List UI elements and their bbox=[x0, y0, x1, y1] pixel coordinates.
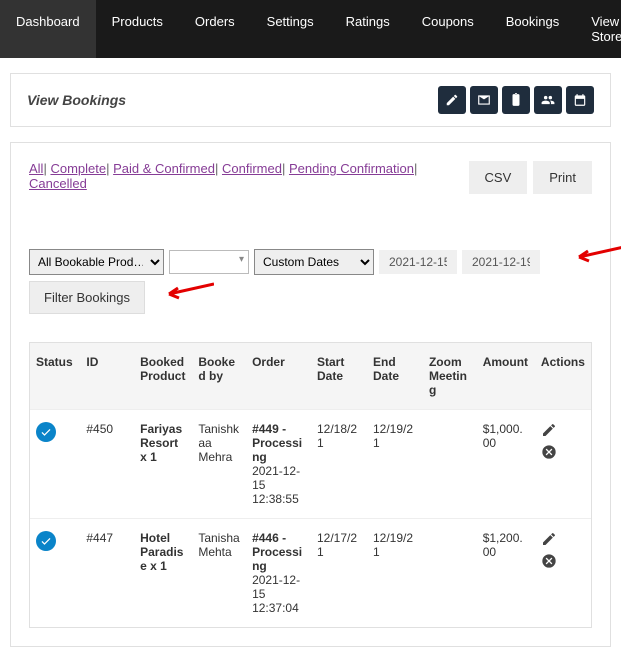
th-end: End Date bbox=[367, 343, 423, 410]
th-booked-by: Booked by bbox=[192, 343, 246, 410]
cell-product: Fariyas Resort x 1 bbox=[134, 410, 192, 519]
cell-booked-by: Tanisha Mehta bbox=[192, 519, 246, 628]
date-mode-select[interactable]: Custom Dates bbox=[254, 249, 374, 275]
cancel-icon[interactable] bbox=[541, 444, 557, 460]
cell-zoom bbox=[423, 410, 477, 519]
page-title: View Bookings bbox=[27, 92, 126, 108]
filter-cancelled[interactable]: Cancelled bbox=[29, 176, 87, 191]
page-header: View Bookings bbox=[10, 73, 611, 127]
top-nav: Dashboard Products Orders Settings Ratin… bbox=[0, 0, 621, 58]
cell-start: 12/18/21 bbox=[311, 410, 367, 519]
th-zoom: Zoom Meeting bbox=[423, 343, 477, 410]
cell-id: #447 bbox=[80, 519, 134, 628]
nav-view-store[interactable]: View Store bbox=[575, 0, 621, 58]
edit-icon[interactable] bbox=[541, 531, 557, 547]
cell-amount: $1,000.00 bbox=[477, 410, 535, 519]
message-button[interactable] bbox=[470, 86, 498, 114]
th-id: ID bbox=[80, 343, 134, 410]
th-actions: Actions bbox=[535, 343, 591, 410]
edit-icon[interactable] bbox=[541, 422, 557, 438]
filter-complete[interactable]: Complete bbox=[50, 161, 106, 176]
th-order: Order bbox=[246, 343, 311, 410]
status-confirmed-icon bbox=[36, 422, 56, 442]
annotation-arrow-dates bbox=[574, 244, 621, 264]
nav-settings[interactable]: Settings bbox=[251, 0, 330, 58]
clipboard-button[interactable] bbox=[502, 86, 530, 114]
cancel-icon[interactable] bbox=[541, 553, 557, 569]
nav-ratings[interactable]: Ratings bbox=[330, 0, 406, 58]
cell-end: 12/19/21 bbox=[367, 410, 423, 519]
users-button[interactable] bbox=[534, 86, 562, 114]
filter-bookings-button[interactable]: Filter Bookings bbox=[29, 281, 145, 314]
calendar-icon bbox=[573, 93, 587, 107]
csv-button[interactable]: CSV bbox=[469, 161, 528, 194]
filter-paid[interactable]: Paid & Confirmed bbox=[113, 161, 215, 176]
cell-order: #449 - Processing 2021-12-15 12:38:55 bbox=[246, 410, 311, 519]
cell-product: Hotel Paradise x 1 bbox=[134, 519, 192, 628]
header-buttons bbox=[438, 86, 594, 114]
table-row: #447 Hotel Paradise x 1 Tanisha Mehta #4… bbox=[30, 519, 591, 628]
filter-confirmed[interactable]: Confirmed bbox=[222, 161, 282, 176]
cell-zoom bbox=[423, 519, 477, 628]
th-amount: Amount bbox=[477, 343, 535, 410]
cell-booked-by: Tanishkaa Mehra bbox=[192, 410, 246, 519]
cell-end: 12/19/21 bbox=[367, 519, 423, 628]
filter-all[interactable]: All bbox=[29, 161, 43, 176]
th-start: Start Date bbox=[311, 343, 367, 410]
bookings-table: Status ID Booked Product Booked by Order… bbox=[30, 343, 591, 627]
th-product: Booked Product bbox=[134, 343, 192, 410]
nav-orders[interactable]: Orders bbox=[179, 0, 251, 58]
cell-amount: $1,200.00 bbox=[477, 519, 535, 628]
table-row: #450 Fariyas Resort x 1 Tanishkaa Mehra … bbox=[30, 410, 591, 519]
filter-links: All| Complete| Paid & Confirmed| Confirm… bbox=[29, 161, 469, 191]
date-end-input[interactable] bbox=[462, 250, 540, 274]
resource-select[interactable] bbox=[169, 250, 249, 274]
annotation-arrow-filter bbox=[164, 281, 214, 301]
nav-products[interactable]: Products bbox=[96, 0, 179, 58]
edit-button[interactable] bbox=[438, 86, 466, 114]
users-icon bbox=[541, 93, 555, 107]
calendar-button[interactable] bbox=[566, 86, 594, 114]
print-button[interactable]: Print bbox=[533, 161, 592, 194]
th-status: Status bbox=[30, 343, 80, 410]
cell-start: 12/17/21 bbox=[311, 519, 367, 628]
main-panel: All| Complete| Paid & Confirmed| Confirm… bbox=[10, 142, 611, 647]
nav-coupons[interactable]: Coupons bbox=[406, 0, 490, 58]
pencil-icon bbox=[445, 93, 459, 107]
cell-id: #450 bbox=[80, 410, 134, 519]
cell-order: #446 - Processing 2021-12-15 12:37:04 bbox=[246, 519, 311, 628]
clipboard-icon bbox=[509, 93, 523, 107]
envelope-icon bbox=[477, 93, 491, 107]
nav-dashboard[interactable]: Dashboard bbox=[0, 0, 96, 58]
nav-bookings[interactable]: Bookings bbox=[490, 0, 575, 58]
filter-row: All Bookable Prod… Custom Dates bbox=[29, 249, 592, 275]
date-start-input[interactable] bbox=[379, 250, 457, 274]
filter-pending[interactable]: Pending Confirmation bbox=[289, 161, 414, 176]
status-confirmed-icon bbox=[36, 531, 56, 551]
product-select[interactable]: All Bookable Prod… bbox=[29, 249, 164, 275]
bookings-table-wrap: Status ID Booked Product Booked by Order… bbox=[29, 342, 592, 628]
